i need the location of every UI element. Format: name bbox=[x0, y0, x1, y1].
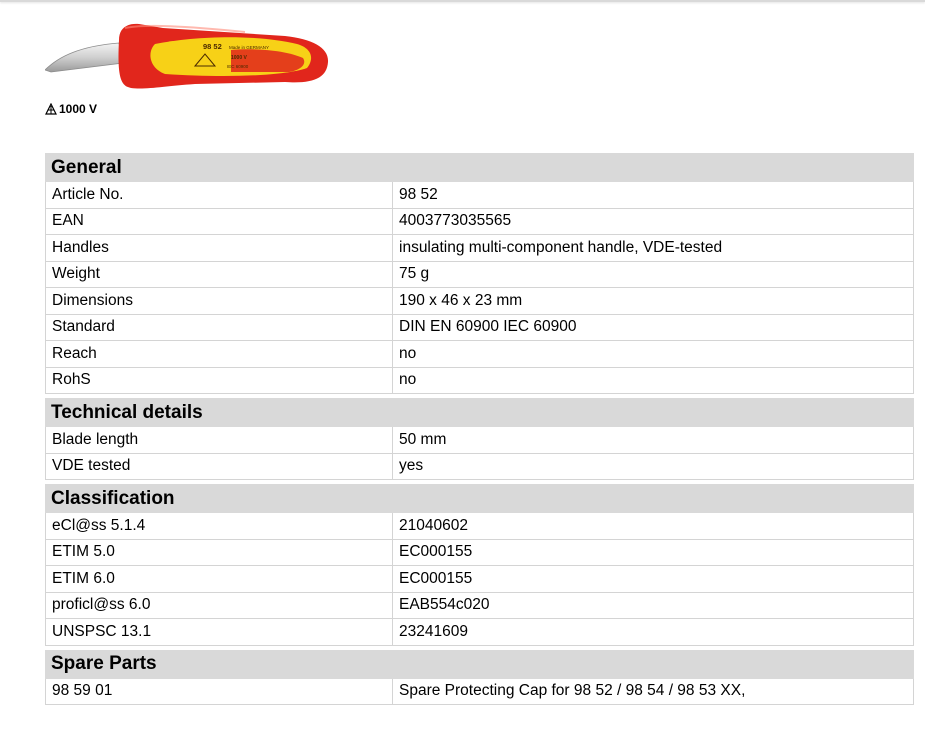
table-row: Weight 75 g bbox=[45, 261, 915, 288]
handle-origin-text: Made in GERMANY bbox=[229, 45, 269, 50]
handle-standard-text: IEC 60900 bbox=[227, 64, 249, 69]
row-value: no bbox=[393, 367, 915, 394]
table-row: ETIM 6.0 EC000155 bbox=[45, 566, 915, 593]
table-row: ETIM 5.0 EC000155 bbox=[45, 539, 915, 566]
section-header: Spare Parts bbox=[45, 649, 915, 679]
section-title: General bbox=[45, 153, 915, 182]
table-row: 98 59 01 Spare Protecting Cap for 98 52 /… bbox=[45, 678, 915, 705]
row-value: insulating multi-component handle, VDE-t… bbox=[393, 235, 915, 262]
row-value: 21040602 bbox=[393, 513, 915, 540]
row-value: no bbox=[393, 341, 915, 368]
row-label: 98 59 01 bbox=[45, 678, 393, 705]
row-label: Reach bbox=[45, 341, 393, 368]
voltage-label: 1000 V bbox=[59, 102, 98, 116]
table-row: proficl@ss 6.0 EAB554c020 bbox=[45, 592, 915, 619]
cable-knife-image: 98 52 Made in GERMANY 1000 V IEC 60900 bbox=[44, 18, 330, 98]
table-row: EAN 4003773035565 bbox=[45, 208, 915, 235]
row-label: eCl@ss 5.1.4 bbox=[45, 513, 393, 540]
table-row: Reach no bbox=[45, 341, 915, 368]
table-row: VDE tested yes bbox=[45, 453, 915, 480]
row-value: Spare Protecting Cap for 98 52 / 98 54 /… bbox=[393, 678, 915, 705]
table-row: RohS no bbox=[45, 367, 915, 394]
row-value: EC000155 bbox=[393, 566, 915, 593]
row-value: yes bbox=[393, 453, 915, 480]
row-label: Handles bbox=[45, 235, 393, 262]
section-title: Classification bbox=[45, 484, 915, 513]
row-label: EAN bbox=[45, 208, 393, 235]
table-row: Blade length 50 mm bbox=[45, 427, 915, 454]
table-row: Standard DIN EN 60900 IEC 60900 bbox=[45, 314, 915, 341]
row-label: Blade length bbox=[45, 427, 393, 454]
insulation-triangle-icon bbox=[45, 103, 57, 115]
row-label: Weight bbox=[45, 261, 393, 288]
row-label: UNSPSC 13.1 bbox=[45, 619, 393, 646]
section-title: Technical details bbox=[45, 398, 915, 427]
row-label: Dimensions bbox=[45, 288, 393, 315]
row-value: DIN EN 60900 IEC 60900 bbox=[393, 314, 915, 341]
row-value: 4003773035565 bbox=[393, 208, 915, 235]
row-value: 75 g bbox=[393, 261, 915, 288]
row-value: 98 52 bbox=[393, 182, 915, 209]
top-divider bbox=[0, 0, 925, 2]
handle-article-text: 98 52 bbox=[203, 42, 222, 51]
row-label: Article No. bbox=[45, 182, 393, 209]
row-value: 50 mm bbox=[393, 427, 915, 454]
section-header: Technical details bbox=[45, 398, 915, 427]
row-value: EAB554c020 bbox=[393, 592, 915, 619]
row-label: proficl@ss 6.0 bbox=[45, 592, 393, 619]
row-label: ETIM 5.0 bbox=[45, 539, 393, 566]
table-row: eCl@ss 5.1.4 21040602 bbox=[45, 513, 915, 540]
specifications-table: General Article No. 98 52 EAN 4003773035565 H… bbox=[45, 153, 915, 705]
row-label: Standard bbox=[45, 314, 393, 341]
row-value: 23241609 bbox=[393, 619, 915, 646]
row-value: EC000155 bbox=[393, 539, 915, 566]
table-row: Article No. 98 52 bbox=[45, 182, 915, 209]
handle-voltage-text: 1000 V bbox=[231, 55, 248, 61]
row-label: VDE tested bbox=[45, 453, 393, 480]
row-value: 190 x 46 x 23 mm bbox=[393, 288, 915, 315]
table-row: Dimensions 190 x 46 x 23 mm bbox=[45, 288, 915, 315]
table-row: UNSPSC 13.1 23241609 bbox=[45, 619, 915, 646]
section-header: General bbox=[45, 153, 915, 182]
section-title: Spare Parts bbox=[45, 649, 915, 679]
section-header: Classification bbox=[45, 484, 915, 513]
row-label: ETIM 6.0 bbox=[45, 566, 393, 593]
voltage-rating: 1000 V bbox=[45, 102, 97, 116]
table-row: Handles insulating multi-component handle… bbox=[45, 235, 915, 262]
row-label: RohS bbox=[45, 367, 393, 394]
